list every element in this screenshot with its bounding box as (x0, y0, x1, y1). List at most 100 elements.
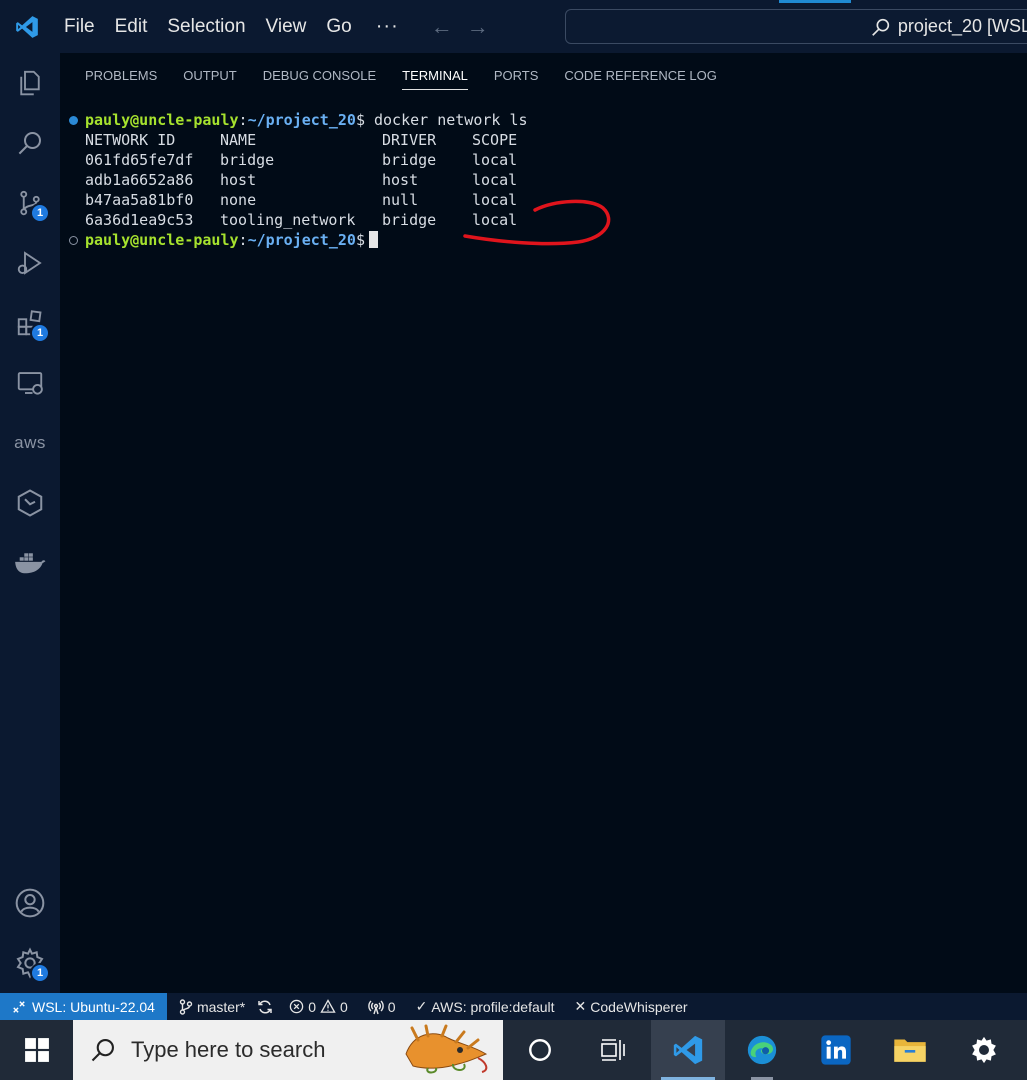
tab-ports[interactable]: PORTS (481, 53, 552, 98)
remote-explorer-icon[interactable] (0, 353, 60, 413)
network-name: host (220, 171, 257, 189)
menu-selection[interactable]: Selection (157, 0, 255, 53)
aws-profile[interactable]: ✓ AWS: profile:default (416, 998, 555, 1015)
windows-start-icon[interactable] (0, 1020, 73, 1080)
network-driver: bridge (382, 151, 437, 169)
remote-icon (13, 1000, 25, 1013)
prompt-path: ~/project_20 (247, 111, 356, 129)
network-driver: host (382, 171, 419, 189)
aws-icon[interactable]: aws (0, 413, 60, 473)
tab-output[interactable]: OUTPUT (170, 53, 249, 98)
network-driver: null (382, 191, 419, 209)
remote-indicator[interactable]: WSL: Ubuntu-22.04 (0, 993, 167, 1020)
network-driver: bridge (382, 211, 437, 229)
forward-arrow-icon[interactable]: → (467, 14, 489, 40)
taskbar-linkedin-icon[interactable] (799, 1020, 873, 1080)
warning-count: 0 (340, 998, 348, 1015)
menu-more[interactable]: ··· (362, 0, 413, 53)
table-row: adb1a6652a86 host host local (85, 170, 685, 190)
prompt-user: pauly@uncle-pauly (85, 231, 239, 249)
table-header: NETWORK ID NAME DRIVER SCOPE (85, 130, 685, 150)
codewhisperer-status[interactable]: ✕ CodeWhisperer (575, 998, 688, 1015)
error-icon (289, 999, 304, 1014)
command-text: docker network ls (364, 111, 528, 129)
back-arrow-icon[interactable]: ← (431, 14, 453, 40)
menu-go[interactable]: Go (316, 0, 361, 53)
command-center-label: project_20 [WSL: (897, 16, 1027, 36)
sync-icon (258, 999, 272, 1014)
terminal-cursor (368, 231, 378, 248)
network-id: adb1a6652a86 (85, 171, 194, 189)
taskbar-settings-gear-icon[interactable] (947, 1020, 1021, 1080)
tab-terminal[interactable]: TERMINAL (389, 53, 481, 98)
explorer-icon[interactable] (0, 53, 60, 113)
task-view-icon[interactable] (577, 1020, 651, 1080)
network-scope: local (472, 171, 518, 189)
aws-label: aws (14, 433, 46, 452)
search-icon[interactable] (0, 113, 60, 173)
status-bar: WSL: Ubuntu-22.04 master* 0 0 0 ✓ AWS: p… (0, 993, 1027, 1020)
table-row: 061fd65fe7df bridge bridge local (85, 150, 685, 170)
sync-button[interactable] (257, 999, 273, 1015)
broadcast-icon (368, 1000, 384, 1014)
prompt-idle-dot-icon[interactable] (69, 236, 78, 245)
network-id: 6a36d1ea9c53 (85, 211, 194, 229)
network-scope: local (472, 151, 518, 169)
menu-edit[interactable]: Edit (105, 0, 158, 53)
header-scope: SCOPE (472, 131, 518, 149)
header-driver: DRIVER (382, 131, 437, 149)
taskbar-search-box[interactable]: Type here to search (73, 1020, 503, 1080)
menu-file[interactable]: File (54, 0, 105, 53)
search-doodle-icon[interactable] (398, 1024, 493, 1076)
check-icon: ✓ (415, 998, 428, 1014)
command-center[interactable]: project_20 [WSL: (565, 9, 1027, 44)
git-branch[interactable]: master* (179, 999, 245, 1015)
codewhisperer-label: CodeWhisperer (590, 998, 688, 1015)
title-accent-bar (779, 0, 851, 3)
panel-tabs: PROBLEMS OUTPUT DEBUG CONSOLE TERMINAL P… (60, 53, 1027, 98)
source-control-badge: 1 (30, 203, 50, 223)
menu-view[interactable]: View (256, 0, 317, 53)
extensions-badge: 1 (30, 323, 50, 343)
red-annotation-scribble (463, 199, 611, 246)
search-icon (872, 18, 890, 36)
taskbar-edge-icon[interactable] (725, 1020, 799, 1080)
remote-label: WSL: Ubuntu-22.04 (32, 998, 155, 1015)
branch-label: master* (196, 998, 246, 1015)
prompt-path: ~/project_20 (247, 231, 356, 249)
aws-profile-label: AWS: profile:default (431, 998, 555, 1015)
header-name: NAME (220, 131, 257, 149)
tab-problems[interactable]: PROBLEMS (72, 53, 170, 98)
tab-debug-console[interactable]: DEBUG CONSOLE (250, 53, 389, 98)
taskbar-file-explorer-icon[interactable] (873, 1020, 947, 1080)
terminal[interactable]: pauly@uncle-pauly:~/project_20$ docker n… (60, 110, 1027, 990)
prompt-separator: : (238, 111, 248, 129)
problems-indicator[interactable]: 0 0 (289, 999, 348, 1015)
navigation-arrows: ← → (431, 14, 489, 40)
network-name: bridge (220, 151, 275, 169)
search-placeholder: Type here to search (131, 1037, 326, 1062)
hexagon-extension-icon[interactable] (0, 473, 60, 533)
title-bar: File Edit Selection View Go ··· ← → proj… (0, 0, 1027, 53)
prompt-user: pauly@uncle-pauly (85, 111, 239, 129)
prompt-end: $ (355, 111, 365, 129)
extensions-icon[interactable]: 1 (0, 293, 60, 353)
menu-bar: File Edit Selection View Go ··· (54, 0, 413, 53)
docker-icon[interactable] (0, 533, 60, 593)
accounts-icon[interactable] (0, 873, 60, 933)
tab-code-reference-log[interactable]: CODE REFERENCE LOG (551, 53, 729, 98)
ports-count: 0 (387, 998, 396, 1015)
network-name: none (220, 191, 257, 209)
settings-gear-icon[interactable]: 1 (0, 933, 60, 993)
branch-icon (179, 998, 193, 1015)
cortana-icon[interactable] (503, 1020, 577, 1080)
header-network-id: NETWORK ID (85, 131, 176, 149)
ports-indicator[interactable]: 0 (368, 999, 396, 1015)
command-line: pauly@uncle-pauly:~/project_20$ docker n… (85, 110, 528, 130)
command-success-dot-icon[interactable] (69, 116, 78, 125)
run-debug-icon[interactable] (0, 233, 60, 293)
taskbar-vscode-icon[interactable] (651, 1020, 725, 1080)
source-control-icon[interactable]: 1 (0, 173, 60, 233)
vscode-logo-icon (0, 0, 54, 53)
settings-badge: 1 (30, 963, 50, 983)
